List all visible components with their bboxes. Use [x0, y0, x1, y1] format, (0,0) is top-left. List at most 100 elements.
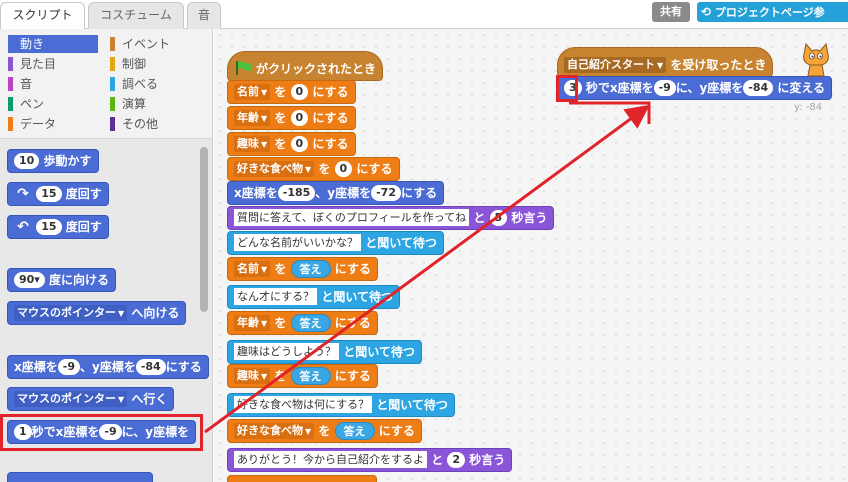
variable-dropdown[interactable]: 好きな食べ物 ▼	[234, 422, 315, 439]
palette-point-towards-block[interactable]: マウスのポインター ▼ へ向ける	[7, 301, 187, 325]
value-input[interactable]: 0	[290, 135, 309, 152]
set-variable-block[interactable]: 趣味 ▼ を 0 にする	[227, 132, 356, 156]
chevron-down-icon: ▼	[118, 308, 125, 318]
question-input[interactable]: なん才にする？	[234, 288, 318, 305]
set-variable-block[interactable]: 年齢 ▼ を 0 にする	[227, 106, 356, 130]
question-input[interactable]: どんな名前がいいかな？	[234, 234, 361, 251]
chevron-down-icon: ▼	[118, 394, 125, 404]
chevron-down-icon: ▼	[261, 87, 268, 97]
variable-dropdown[interactable]: 年齢 ▼	[234, 109, 271, 126]
top-bar: スクリプト コスチューム 音 共有 ⟲ プロジェクトページ参	[0, 0, 848, 30]
tab-scripts[interactable]: スクリプト	[0, 2, 85, 30]
ask-and-wait-block[interactable]: どんな名前がいいかな？ と聞いて待つ	[227, 231, 444, 255]
palette-goto-block[interactable]: マウスのポインター ▼ へ行く	[7, 387, 175, 411]
target-dropdown[interactable]: マウスのポインター ▼	[14, 304, 128, 321]
category-panel: 動き イベント 見た目 制御 音 調べる ペン 演算 データ その他	[0, 29, 212, 139]
sprite-coordinates: y: -84	[794, 102, 823, 113]
variable-dropdown[interactable]: 趣味 ▼	[234, 135, 271, 152]
palette-turn-right-block[interactable]: ↷ 15 度回す	[7, 182, 109, 206]
category-sensing[interactable]: 調べる	[110, 75, 200, 93]
category-operators[interactable]: 演算	[110, 95, 200, 113]
when-flag-clicked-hat[interactable]: がクリックされたとき	[227, 51, 384, 81]
rotate-right-icon: ↷	[17, 185, 29, 202]
cat-sprite-icon	[803, 42, 829, 77]
chevron-down-icon: ▼	[261, 113, 268, 123]
palette-point-direction-block[interactable]: 90▾ 度に向ける	[7, 268, 117, 292]
set-variable-block[interactable]: 年齢 ▼ を 答え にする	[227, 311, 378, 335]
tab-sounds[interactable]: 音	[187, 2, 221, 29]
scripts-area[interactable]: がクリックされたとき 名前 ▼ を 0 にする 年齢 ▼ を 0 にする 趣味 ▼ を…	[214, 29, 848, 482]
seconds-input[interactable]: 2	[447, 451, 466, 468]
highlight-palette-glide-block	[0, 414, 203, 451]
palette-partial-block[interactable]	[7, 472, 153, 482]
set-variable-block[interactable]: 好きな食べ物 ▼ を 答え にする	[227, 419, 422, 443]
value-input[interactable]: 0	[290, 109, 309, 126]
project-page-button[interactable]: ⟲ プロジェクトページ参	[697, 2, 848, 22]
chevron-down-icon: ▼	[305, 426, 312, 436]
variable-dropdown[interactable]: 好きな食べ物 ▼	[234, 160, 315, 177]
chevron-down-icon: ▼	[261, 371, 268, 381]
set-variable-block[interactable]: 趣味 ▼ を 答え にする	[227, 364, 378, 388]
degrees-input[interactable]: 15	[36, 218, 62, 235]
set-variable-block[interactable]: 名前 ▼ を 0 にする	[227, 80, 356, 104]
chevron-down-icon: ▼	[657, 60, 664, 70]
message-input[interactable]: 質問に答えて、ぼくのプロフィールを作ってね	[234, 209, 470, 226]
category-data[interactable]: データ	[8, 115, 98, 133]
answer-reporter[interactable]: 答え	[290, 366, 331, 385]
goto-xy-block[interactable]: x座標を -185 、y座標を -72 にする	[227, 181, 445, 205]
y-input[interactable]: -84	[743, 79, 774, 96]
degrees-input[interactable]: 15	[36, 185, 62, 202]
seconds-input[interactable]: 5	[489, 209, 508, 226]
message-input[interactable]: ありがとう！今から自己紹介をするよ	[234, 451, 427, 468]
category-looks[interactable]: 見た目	[8, 55, 98, 73]
when-i-receive-hat[interactable]: 自己紹介スタート ▼ を受け取ったとき	[557, 47, 774, 77]
share-button[interactable]: 共有	[652, 2, 690, 22]
chevron-down-icon: ▼	[261, 264, 268, 274]
category-more[interactable]: その他	[110, 115, 200, 133]
ask-and-wait-block[interactable]: なん才にする？ と聞いて待つ	[227, 285, 400, 309]
variable-dropdown[interactable]: 名前 ▼	[234, 83, 271, 100]
message-dropdown[interactable]: 自己紹介スタート ▼	[564, 56, 667, 73]
say-for-seconds-block[interactable]: ありがとう！今から自己紹介をするよ と 2 秒言う	[227, 448, 513, 472]
answer-reporter[interactable]: 答え	[290, 259, 331, 278]
set-variable-block[interactable]: 名前 ▼ を 答え にする	[227, 257, 378, 281]
value-input[interactable]: 0	[334, 160, 353, 177]
palette-turn-left-block[interactable]: ↶ 15 度回す	[7, 215, 109, 239]
tab-costumes[interactable]: コスチューム	[88, 2, 184, 29]
steps-input[interactable]: 10	[14, 152, 40, 169]
palette-move-block[interactable]: 10 歩動かす	[7, 149, 99, 173]
question-input[interactable]: 好きな食べ物は何にする？	[234, 396, 373, 413]
x-input[interactable]: -185	[277, 184, 316, 201]
highlight-seconds-input	[556, 75, 578, 102]
y-input[interactable]: -72	[371, 184, 401, 201]
green-flag-icon	[236, 60, 251, 75]
say-for-seconds-block[interactable]: 質問に答えて、ぼくのプロフィールを作ってね と 5 秒言う	[227, 206, 555, 230]
answer-reporter[interactable]: 答え	[334, 421, 375, 440]
chevron-down-icon: ▼	[305, 164, 312, 174]
ask-and-wait-block[interactable]: 好きな食べ物は何にする？ と聞いて待つ	[227, 393, 455, 417]
set-variable-block[interactable]: 好きな食べ物 ▼ を 0 にする	[227, 157, 400, 181]
category-sound[interactable]: 音	[8, 75, 98, 93]
category-pen[interactable]: ペン	[8, 95, 98, 113]
chevron-down-icon: ▼	[261, 139, 268, 149]
partial-block[interactable]	[227, 475, 377, 482]
value-input[interactable]: 0	[290, 83, 309, 100]
palette-goto-xy-block[interactable]: x座標を -9 、y座標を -84 にする	[7, 355, 209, 379]
variable-dropdown[interactable]: 名前 ▼	[234, 260, 271, 277]
answer-reporter[interactable]: 答え	[290, 313, 331, 332]
category-events[interactable]: イベント	[110, 35, 200, 53]
x-input[interactable]: -9	[653, 79, 676, 96]
question-input[interactable]: 趣味はどうしよう？	[234, 343, 339, 360]
variable-dropdown[interactable]: 年齢 ▼	[234, 314, 271, 331]
rotate-left-icon: ↶	[17, 218, 29, 235]
variable-dropdown[interactable]: 趣味 ▼	[234, 367, 271, 384]
target-dropdown[interactable]: マウスのポインター ▼	[14, 390, 128, 407]
y-input[interactable]: -84	[135, 358, 166, 375]
palette-scrollbar[interactable]	[200, 147, 208, 312]
x-input[interactable]: -9	[57, 358, 80, 375]
category-control[interactable]: 制御	[110, 55, 200, 73]
category-motion[interactable]: 動き	[8, 35, 98, 53]
direction-input[interactable]: 90▾	[14, 271, 45, 288]
ask-and-wait-block[interactable]: 趣味はどうしよう？ と聞いて待つ	[227, 340, 422, 364]
glide-block[interactable]: 3 秒でx座標を -9 に、y座標を -84 に変える	[557, 76, 832, 100]
